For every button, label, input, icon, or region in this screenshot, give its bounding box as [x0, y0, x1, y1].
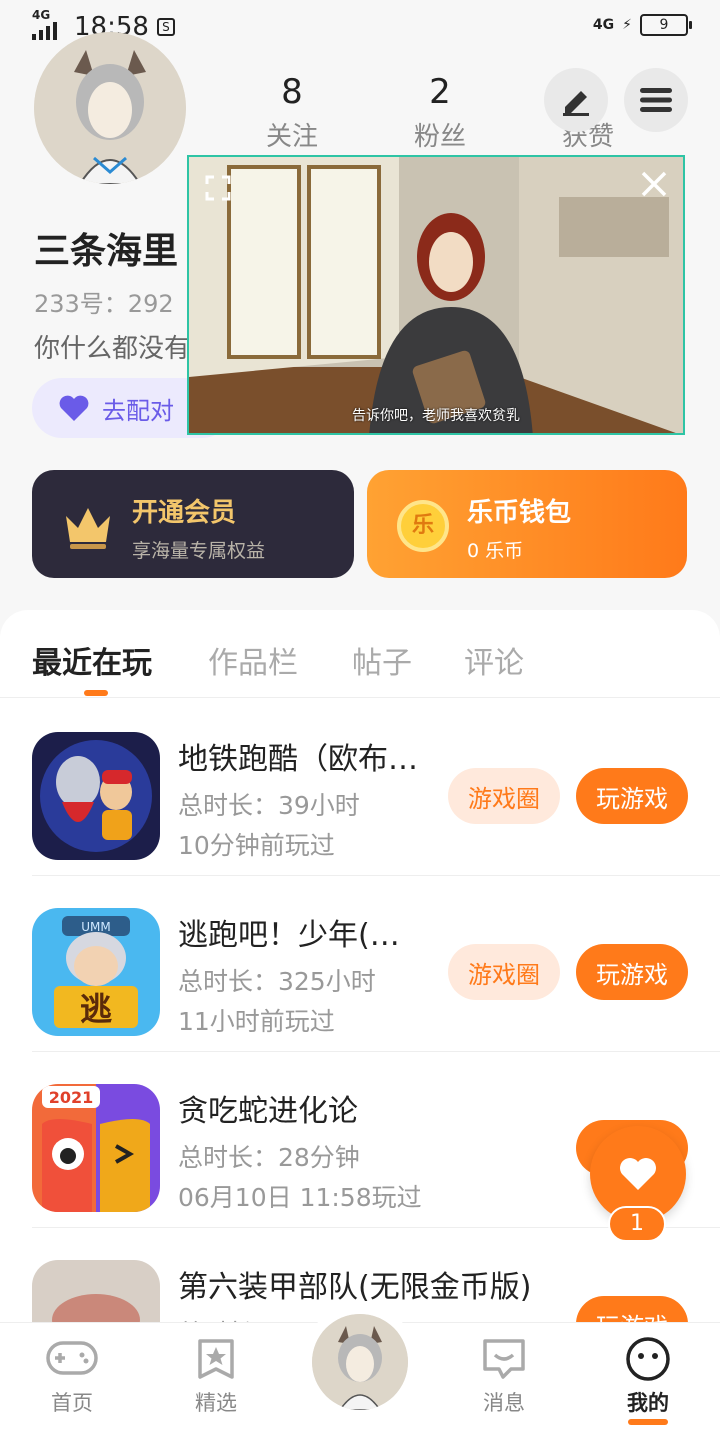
nav-messages-label: 消息 — [483, 1391, 525, 1415]
tab-posts[interactable]: 帖子 — [352, 638, 412, 682]
video-subtitle: 告诉你吧，老师我喜欢贫乳 — [352, 408, 520, 424]
coin-icon: 乐 — [397, 500, 449, 552]
network-right: 4G — [592, 17, 615, 33]
game-name: 第六装甲部队(无限金币版) — [178, 1270, 532, 1305]
tab-recent[interactable]: 最近在玩 — [32, 638, 152, 682]
pencil-icon — [563, 91, 589, 116]
play-game-button[interactable]: 玩游戏 — [576, 768, 688, 824]
vip-card[interactable]: 开通会员 享海量专属权益 — [32, 470, 354, 578]
gamepad-icon — [45, 1335, 99, 1383]
game-duration: 总时长：39小时 — [178, 791, 360, 820]
game-last-played: 10分钟前玩过 — [178, 831, 335, 860]
game-last-played: 06月10日 11:58玩过 — [178, 1183, 422, 1212]
wallet-subtitle: 0 乐币 — [467, 540, 524, 562]
face-icon — [621, 1335, 675, 1383]
stat-fans-label: 粉丝 — [413, 122, 466, 152]
heart-icon — [620, 1158, 656, 1190]
tab-comments[interactable]: 评论 — [464, 638, 524, 682]
profile-avatar[interactable] — [34, 32, 186, 184]
game-duration: 总时长：325小时 — [178, 967, 376, 996]
tab-indicator — [84, 690, 108, 696]
nav-featured-label: 精选 — [195, 1391, 237, 1415]
game-row[interactable]: 地铁跑酷（欧布… 总时长：39小时 10分钟前玩过 游戏圈 玩游戏 — [0, 700, 720, 876]
wallet-title: 乐币钱包 — [467, 498, 572, 528]
game-name: 贪吃蛇进化论 — [178, 1094, 358, 1129]
battery-level: 9 — [659, 17, 669, 33]
game-circle-button[interactable]: 游戏圈 — [448, 768, 560, 824]
game-icon: 2021 — [32, 1084, 160, 1212]
hamburger-icon — [640, 88, 672, 112]
video-frame — [189, 157, 683, 433]
game-duration: 总时长：28分钟 — [178, 1143, 360, 1172]
nav-messages[interactable]: 消息 — [454, 1335, 554, 1417]
nav-featured[interactable]: 精选 — [166, 1335, 266, 1417]
stat-fans-count: 2 — [429, 72, 451, 112]
charging-icon: ⚡ — [622, 17, 632, 33]
profile-bio: 你什么都没有 — [34, 334, 191, 364]
game-row[interactable]: UMM 逃 逃跑吧！少年(… 总时长：325小时 11小时前玩过 游戏圈 玩游戏 — [0, 876, 720, 1052]
pair-label: 去配对 — [102, 396, 174, 425]
game-last-played: 11小时前玩过 — [178, 1007, 335, 1036]
heart-icon — [59, 395, 89, 421]
chat-icon — [477, 1335, 531, 1383]
like-count-badge: 1 — [608, 1206, 666, 1242]
menu-button[interactable] — [624, 68, 688, 132]
expand-icon[interactable] — [205, 175, 231, 201]
nav-center-avatar[interactable] — [302, 1304, 418, 1420]
nav-home[interactable]: 首页 — [22, 1335, 122, 1417]
nav-active-indicator — [628, 1419, 668, 1425]
game-name: 地铁跑酷（欧布… — [178, 742, 418, 777]
profile-name: 三条海里 — [34, 231, 179, 272]
game-circle-button[interactable]: 游戏圈 — [448, 944, 560, 1000]
avatar — [312, 1314, 408, 1410]
game-icon-year-text: 2021 — [49, 1088, 94, 1107]
game-icon-badge-text: 逃 — [80, 990, 112, 1028]
signal-icon: 4G — [32, 8, 66, 40]
battery-icon: 9 — [640, 14, 692, 36]
edit-profile-button[interactable] — [544, 68, 608, 132]
profile-id: 233号：292 — [34, 290, 174, 318]
close-icon[interactable] — [639, 169, 669, 199]
stat-following[interactable]: 8 关注 — [232, 72, 352, 153]
game-name: 逃跑吧！少年(… — [178, 918, 400, 953]
vip-subtitle: 享海量专属权益 — [132, 540, 266, 562]
game-icon — [32, 732, 160, 860]
game-icon: UMM 逃 — [32, 908, 160, 1036]
game-icon-cap-text: UMM — [81, 920, 111, 934]
stat-fans[interactable]: 2 粉丝 — [380, 72, 500, 153]
floating-video-player[interactable]: 告诉你吧，老师我喜欢贫乳 — [187, 155, 685, 435]
tab-bar: 最近在玩 作品栏 帖子 评论 — [0, 610, 720, 698]
nav-me-label: 我的 — [627, 1391, 669, 1415]
tab-works[interactable]: 作品栏 — [208, 638, 298, 682]
crown-icon — [66, 508, 110, 549]
star-bookmark-icon — [189, 1335, 243, 1383]
stat-following-label: 关注 — [265, 122, 318, 152]
notification-icon: S — [156, 18, 175, 36]
play-game-button[interactable]: 玩游戏 — [576, 944, 688, 1000]
nav-me[interactable]: 我的 — [598, 1335, 698, 1425]
status-right: 4G ⚡ 9 — [592, 14, 692, 36]
wallet-card[interactable]: 乐 乐币钱包 0 乐币 — [367, 470, 687, 578]
vip-title: 开通会员 — [132, 498, 237, 528]
nav-home-label: 首页 — [51, 1391, 93, 1415]
stat-following-count: 8 — [281, 72, 303, 112]
